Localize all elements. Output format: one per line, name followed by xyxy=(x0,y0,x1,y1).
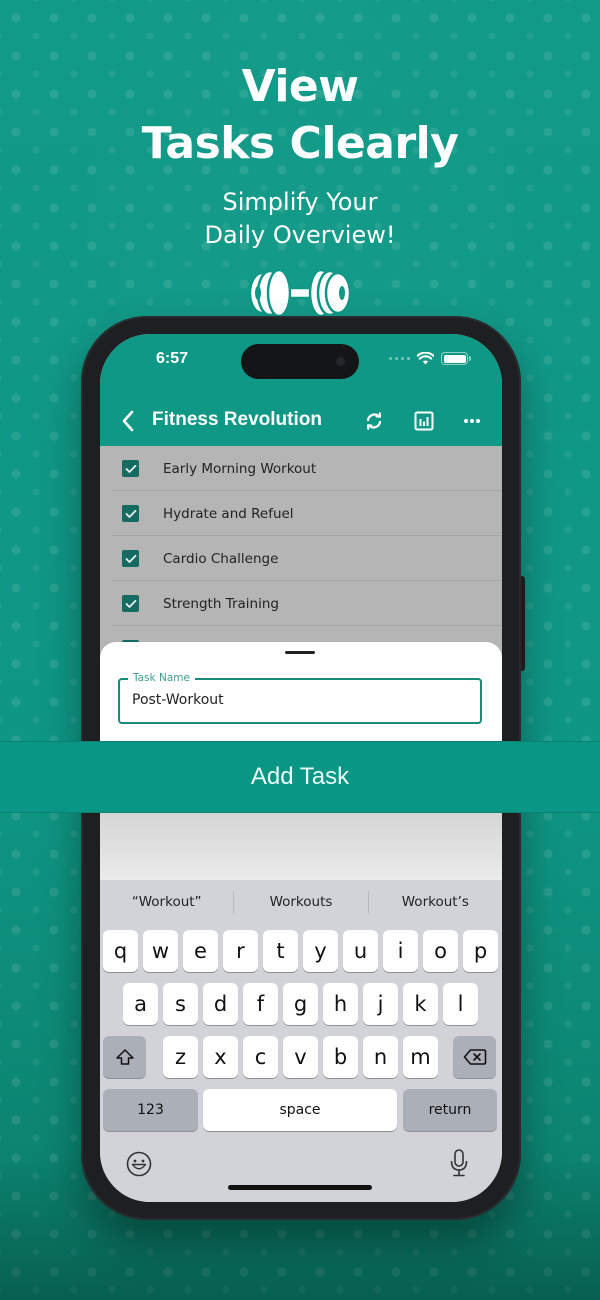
key-z[interactable]: z xyxy=(163,1036,198,1078)
microphone-icon[interactable] xyxy=(449,1148,469,1178)
camera-dot xyxy=(336,357,345,366)
key-u[interactable]: u xyxy=(343,930,378,972)
space-key[interactable]: space xyxy=(203,1089,397,1131)
keyboard-row-4: 123 space return xyxy=(100,1089,502,1131)
key-o[interactable]: o xyxy=(423,930,458,972)
key-w[interactable]: w xyxy=(143,930,178,972)
key-e[interactable]: e xyxy=(183,930,218,972)
key-k[interactable]: k xyxy=(403,983,438,1025)
shift-key[interactable] xyxy=(103,1036,146,1078)
key-d[interactable]: d xyxy=(203,983,238,1025)
chevron-left-icon[interactable] xyxy=(118,408,138,434)
backspace-icon xyxy=(463,1049,486,1065)
key-t[interactable]: t xyxy=(263,930,298,972)
promo-title: View Tasks Clearly xyxy=(0,58,600,172)
task-name-label: Task Name xyxy=(128,672,195,684)
numbers-key[interactable]: 123 xyxy=(103,1089,198,1131)
key-s[interactable]: s xyxy=(163,983,198,1025)
promo-title-line2: Tasks Clearly xyxy=(141,118,459,169)
checkmark-icon xyxy=(125,554,136,563)
shift-icon xyxy=(115,1049,134,1065)
task-row[interactable]: Strength Training xyxy=(100,581,502,626)
task-list: Early Morning Workout Hydrate and Refuel… xyxy=(100,446,502,671)
checkbox-checked[interactable] xyxy=(122,460,139,477)
more-icon[interactable] xyxy=(460,409,484,433)
app-bar: Fitness Revolution xyxy=(100,396,502,446)
emoji-icon[interactable] xyxy=(126,1151,152,1177)
phone-side-button xyxy=(521,576,525,671)
keyboard-row-1: qwertyuiop xyxy=(100,930,502,972)
promo-subtitle-line1: Simplify Your xyxy=(222,188,378,216)
home-indicator[interactable] xyxy=(228,1185,372,1190)
chart-icon[interactable] xyxy=(412,409,436,433)
key-v[interactable]: v xyxy=(283,1036,318,1078)
task-label: Early Morning Workout xyxy=(163,460,317,477)
task-row[interactable]: Hydrate and Refuel xyxy=(100,491,502,536)
checkmark-icon xyxy=(125,464,136,473)
checkmark-icon xyxy=(125,599,136,608)
task-row[interactable]: Early Morning Workout xyxy=(100,446,502,491)
app-title: Fitness Revolution xyxy=(152,409,322,430)
task-label: Hydrate and Refuel xyxy=(163,505,294,522)
task-label: Cardio Challenge xyxy=(163,550,279,567)
task-label: Strength Training xyxy=(163,595,279,612)
key-n[interactable]: n xyxy=(363,1036,398,1078)
key-b[interactable]: b xyxy=(323,1036,358,1078)
checkbox-checked[interactable] xyxy=(122,505,139,522)
dumbbell-icon xyxy=(248,268,352,318)
return-key[interactable]: return xyxy=(403,1089,497,1131)
suggestion-item[interactable]: Workouts xyxy=(234,894,367,910)
key-y[interactable]: y xyxy=(303,930,338,972)
sheet-footer-area xyxy=(100,812,502,880)
delete-key[interactable] xyxy=(453,1036,496,1078)
sheet-grabber[interactable] xyxy=(285,651,315,654)
checkbox-checked[interactable] xyxy=(122,550,139,567)
status-bar: 6:57 xyxy=(100,334,502,396)
key-g[interactable]: g xyxy=(283,983,318,1025)
status-time: 6:57 xyxy=(156,350,189,367)
key-a[interactable]: a xyxy=(123,983,158,1025)
key-f[interactable]: f xyxy=(243,983,278,1025)
suggestion-item[interactable]: Workout’s xyxy=(369,894,502,910)
keyboard: “Workout” Workouts Workout’s qwertyuiop … xyxy=(100,880,502,1202)
key-q[interactable]: q xyxy=(103,930,138,972)
checkmark-icon xyxy=(125,509,136,518)
task-name-input[interactable] xyxy=(132,692,462,708)
key-x[interactable]: x xyxy=(203,1036,238,1078)
keyboard-row-2: asdfghjkl xyxy=(100,983,502,1025)
task-name-field[interactable]: Task Name xyxy=(118,672,482,724)
key-m[interactable]: m xyxy=(403,1036,438,1078)
key-i[interactable]: i xyxy=(383,930,418,972)
dynamic-island xyxy=(241,344,359,379)
wifi-icon xyxy=(417,352,434,365)
keyboard-suggestions: “Workout” Workouts Workout’s xyxy=(100,880,502,924)
suggestion-item[interactable]: “Workout” xyxy=(100,894,233,910)
promo-subtitle-line2: Daily Overview! xyxy=(204,221,396,249)
refresh-icon[interactable] xyxy=(362,409,386,433)
promo-subtitle: Simplify Your Daily Overview! xyxy=(0,186,600,252)
key-c[interactable]: c xyxy=(243,1036,278,1078)
keyboard-row-3: zxcvbnm xyxy=(100,1036,502,1078)
key-h[interactable]: h xyxy=(323,983,358,1025)
promo-title-line1: View xyxy=(241,61,359,112)
key-r[interactable]: r xyxy=(223,930,258,972)
add-task-button[interactable]: Add Task xyxy=(0,742,600,812)
key-j[interactable]: j xyxy=(363,983,398,1025)
key-l[interactable]: l xyxy=(443,983,478,1025)
key-p[interactable]: p xyxy=(463,930,498,972)
checkbox-checked[interactable] xyxy=(122,595,139,612)
task-row[interactable]: Cardio Challenge xyxy=(100,536,502,581)
signal-icon xyxy=(389,357,410,360)
battery-icon xyxy=(441,352,471,365)
